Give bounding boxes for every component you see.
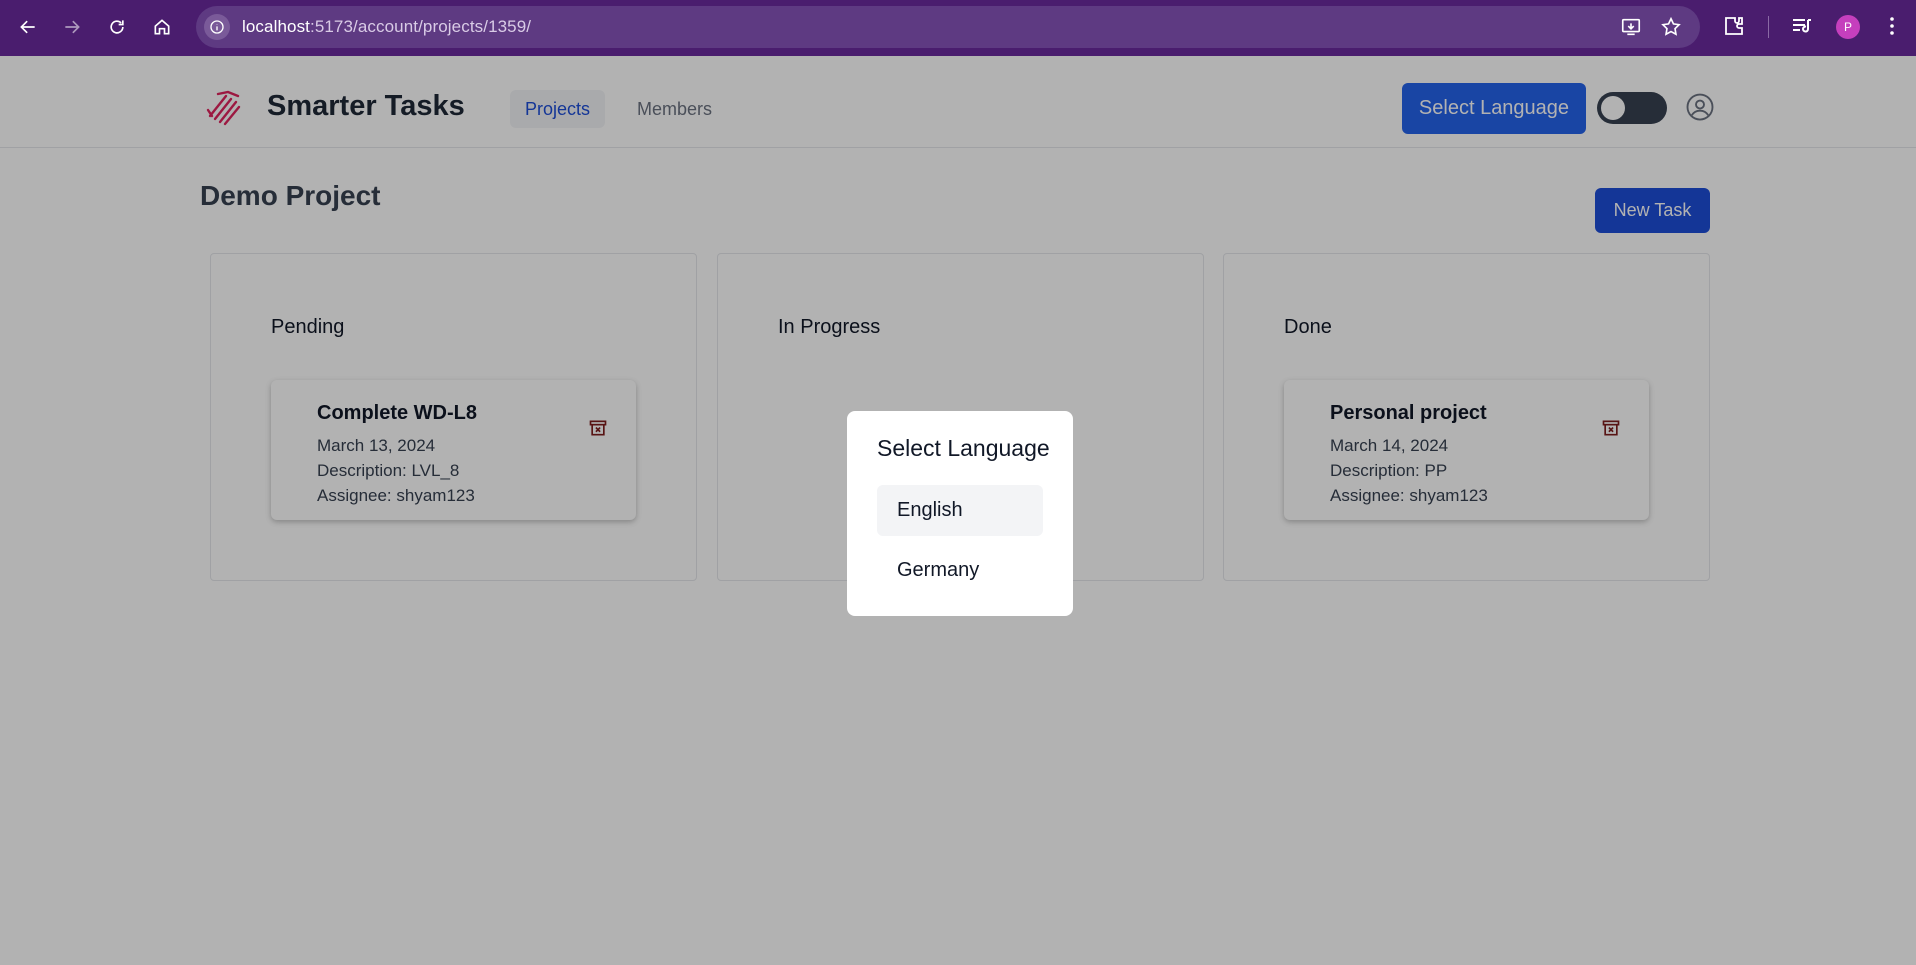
modal-title: Select Language: [877, 435, 1050, 461]
reading-list-icon[interactable]: [1790, 14, 1816, 40]
toolbar-separator: [1768, 16, 1769, 38]
menu-kebab-icon[interactable]: [1880, 14, 1906, 40]
profile-avatar[interactable]: P: [1836, 15, 1860, 39]
url-host: localhost: [242, 17, 310, 36]
language-option-english[interactable]: English: [877, 485, 1043, 536]
forward-icon[interactable]: [56, 11, 88, 43]
browser-toolbar: localhost:5173/account/projects/1359/ P: [0, 0, 1916, 56]
url-path: :5173/account/projects/1359/: [310, 17, 532, 36]
install-app-icon[interactable]: [1620, 16, 1642, 38]
bookmark-star-icon[interactable]: [1660, 16, 1682, 38]
language-option-germany[interactable]: Germany: [877, 545, 1043, 596]
url-text[interactable]: localhost:5173/account/projects/1359/: [242, 17, 531, 37]
extensions-icon[interactable]: [1722, 14, 1748, 40]
back-icon[interactable]: [12, 11, 44, 43]
address-bar[interactable]: localhost:5173/account/projects/1359/: [196, 6, 1700, 48]
language-modal: Select Language English Germany: [847, 411, 1073, 616]
site-info-icon[interactable]: [204, 14, 230, 40]
reload-icon[interactable]: [101, 11, 133, 43]
home-icon[interactable]: [146, 11, 178, 43]
